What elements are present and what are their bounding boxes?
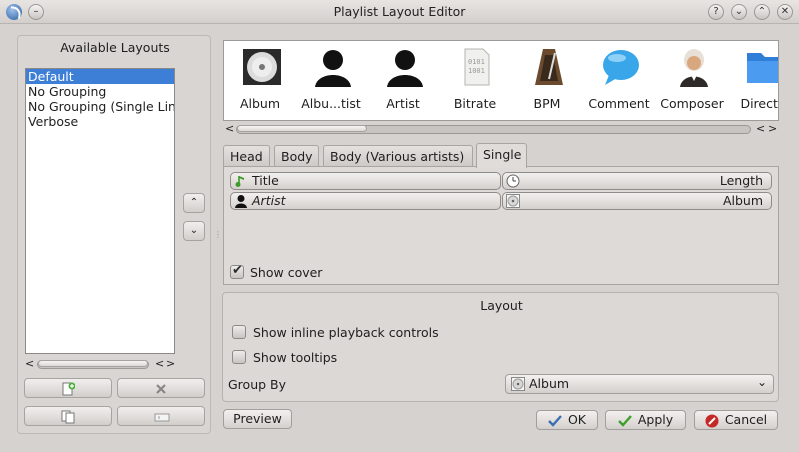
cd-icon [243, 49, 281, 85]
minimize-button[interactable]: ⌄ [731, 4, 747, 20]
svg-text:0101: 0101 [468, 58, 485, 66]
scroll-thumb[interactable] [38, 360, 148, 367]
copy-layout-button[interactable] [24, 406, 112, 426]
svg-text:1001: 1001 [468, 67, 485, 75]
palette-label: Directo [740, 96, 778, 111]
token-label: Artist [252, 193, 286, 208]
new-document-icon [62, 382, 75, 396]
apply-label: Apply [637, 412, 674, 427]
scroll-left-icon[interactable]: < [756, 122, 765, 136]
palette-hscrollbar[interactable]: < < > [223, 122, 779, 136]
palette-label: Albu...tist [301, 96, 361, 111]
new-layout-button[interactable] [24, 378, 112, 398]
preview-button[interactable]: Preview [223, 409, 292, 429]
group-by-label: Group By [228, 377, 287, 392]
move-down-button[interactable]: ⌄ [183, 221, 205, 241]
token-label: Album [722, 193, 763, 208]
cancel-button[interactable]: Cancel [694, 410, 778, 430]
group-by-value: Album [529, 376, 570, 391]
music-note-icon [235, 176, 244, 187]
delete-icon [156, 384, 166, 394]
chevron-down-icon: ⌄ [756, 375, 767, 389]
group-by-select[interactable]: Album ⌄ [505, 374, 774, 394]
clock-icon [506, 174, 520, 188]
scroll-trough[interactable] [37, 360, 149, 369]
folder-icon [747, 53, 778, 83]
layout-item[interactable]: Default [26, 69, 174, 84]
splitter-handle[interactable]: ⋮ [214, 230, 222, 239]
cancel-label: Cancel [724, 412, 768, 427]
layout-group-title: Layout [480, 298, 523, 313]
title-bar: – Playlist Layout Editor ? ⌄ ⌃ ✕ [0, 0, 799, 24]
apply-button[interactable]: Apply [605, 410, 686, 430]
palette-label: Album [239, 96, 281, 111]
copy-icon [61, 410, 75, 424]
scroll-right-icon[interactable]: > [166, 357, 175, 371]
close-button[interactable]: ✕ [777, 4, 793, 20]
inline-playback-controls-checkbox[interactable] [232, 325, 246, 339]
speech-bubble-icon [603, 50, 639, 85]
maximize-button[interactable]: ⌃ [754, 4, 770, 20]
move-up-button[interactable]: ⌃ [183, 193, 205, 213]
preview-label: Preview [233, 411, 282, 426]
help-button[interactable]: ? [708, 4, 724, 20]
scroll-trough[interactable] [236, 125, 751, 134]
layout-item[interactable]: Verbose [26, 114, 174, 129]
token-album[interactable]: Album [502, 192, 772, 210]
cd-icon [506, 194, 520, 208]
ok-button[interactable]: OK [536, 410, 598, 430]
scroll-left-icon[interactable]: < [225, 122, 234, 136]
scroll-thumb[interactable] [237, 125, 367, 132]
available-layouts-title: Available Layouts [60, 40, 170, 55]
palette-label: Artist [386, 96, 420, 111]
composer-portrait-icon [680, 49, 708, 87]
cd-icon [511, 377, 525, 391]
rename-icon [154, 413, 170, 422]
tab-head[interactable]: Head [223, 145, 270, 167]
tab-body-various-artists[interactable]: Body (Various artists) [323, 145, 473, 167]
binary-file-icon: 0101 1001 [464, 48, 490, 86]
inline-playback-controls-label[interactable]: Show inline playback controls [253, 325, 439, 340]
delete-layout-button[interactable] [117, 378, 205, 398]
palette-label: Bitrate [453, 96, 497, 111]
show-cover-checkbox[interactable] [230, 263, 244, 279]
layout-item[interactable]: No Grouping (Single Lin [26, 99, 174, 114]
token-label: Length [719, 173, 763, 188]
rename-layout-button[interactable] [117, 406, 205, 426]
show-tooltips-checkbox[interactable] [232, 350, 246, 364]
layout-options-group: Layout Show inline playback controls Sho… [222, 292, 779, 402]
layouts-hscrollbar[interactable]: < < > [25, 357, 175, 371]
palette-label: BPM [533, 96, 561, 111]
available-layouts-panel: Available Layouts Default No Grouping No… [17, 35, 211, 434]
token-artist[interactable]: Artist [230, 192, 501, 210]
window-title: Playlist Layout Editor [333, 4, 466, 19]
scroll-left-icon[interactable]: < [155, 357, 164, 371]
palette-label: Composer [660, 96, 724, 111]
palette-label: Comment [588, 96, 650, 111]
scroll-left-icon[interactable]: < [25, 357, 34, 371]
show-cover-label[interactable]: Show cover [250, 265, 322, 280]
token-title[interactable]: Title [230, 172, 501, 190]
metronome-icon [535, 49, 563, 85]
person-silhouette-icon [387, 50, 423, 87]
layout-item[interactable]: No Grouping [26, 84, 174, 99]
cancel-icon [705, 414, 719, 427]
show-tooltips-label[interactable]: Show tooltips [253, 350, 337, 365]
single-tab-pane: Title Length Artist Album Show cover [223, 166, 779, 285]
tab-body[interactable]: Body [274, 145, 319, 167]
token-length[interactable]: Length [502, 172, 772, 190]
chevron-down-icon: ⌄ [189, 225, 199, 236]
ok-check-icon [548, 414, 562, 427]
ok-label: OK [567, 412, 587, 427]
tab-single[interactable]: Single [476, 143, 527, 168]
person-icon [235, 195, 247, 208]
scroll-right-icon[interactable]: > [768, 122, 777, 136]
apply-check-icon [617, 414, 632, 427]
chevron-up-icon: ⌃ [189, 197, 199, 208]
token-palette[interactable]: Album Albu...tist Artist 0101 1001 Bitra… [223, 40, 779, 121]
token-label: Title [252, 173, 279, 188]
person-silhouette-icon [315, 50, 351, 87]
layouts-list[interactable]: Default No Grouping No Grouping (Single … [25, 68, 175, 354]
